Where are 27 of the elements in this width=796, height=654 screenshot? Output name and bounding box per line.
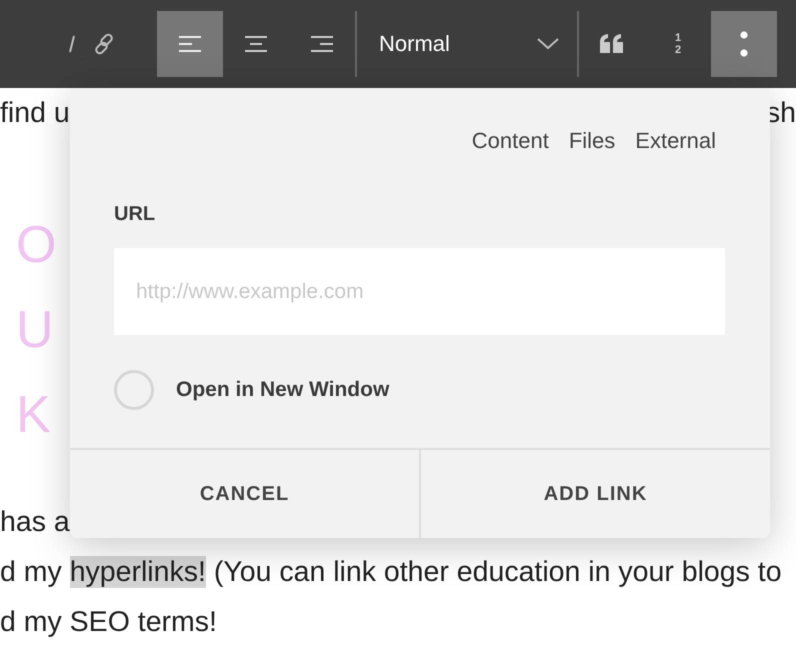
- link-icon: [93, 33, 115, 55]
- add-link-button[interactable]: ADD LINK: [419, 450, 770, 538]
- field-label: URL: [114, 203, 156, 227]
- align-center-icon: [245, 35, 267, 53]
- align-left-icon: [179, 35, 201, 53]
- body-text: has a: [0, 506, 70, 538]
- heading-letter: K: [16, 384, 51, 444]
- ordered-list-button[interactable]: 1 2: [645, 11, 711, 77]
- body-text: d my hyperlinks! (You can link other education in your blogs to: [0, 556, 782, 588]
- body-text: find u: [0, 96, 70, 130]
- dialog-tab[interactable]: External: [635, 126, 716, 156]
- chevron-icon: [537, 38, 559, 50]
- more-icon: [740, 31, 748, 57]
- quote-icon: [599, 34, 625, 54]
- heading-letter: U: [16, 300, 54, 360]
- ordered-list-icon: 1 2: [674, 32, 682, 56]
- cancel-button[interactable]: CANCEL: [70, 450, 419, 538]
- radio-button[interactable]: [114, 370, 154, 410]
- align-left-button[interactable]: [157, 11, 223, 77]
- paragraph-style-dropdown[interactable]: Normal: [357, 11, 577, 77]
- heading-letter: O: [16, 214, 56, 274]
- italic-icon: [67, 34, 77, 54]
- dialog-tab[interactable]: Files: [568, 126, 616, 156]
- align-right-icon: [311, 35, 333, 53]
- radio-label: Open in New Window: [176, 378, 390, 402]
- dialog-tab[interactable]: Content: [472, 126, 549, 156]
- body-text: d my SEO terms!: [0, 606, 217, 638]
